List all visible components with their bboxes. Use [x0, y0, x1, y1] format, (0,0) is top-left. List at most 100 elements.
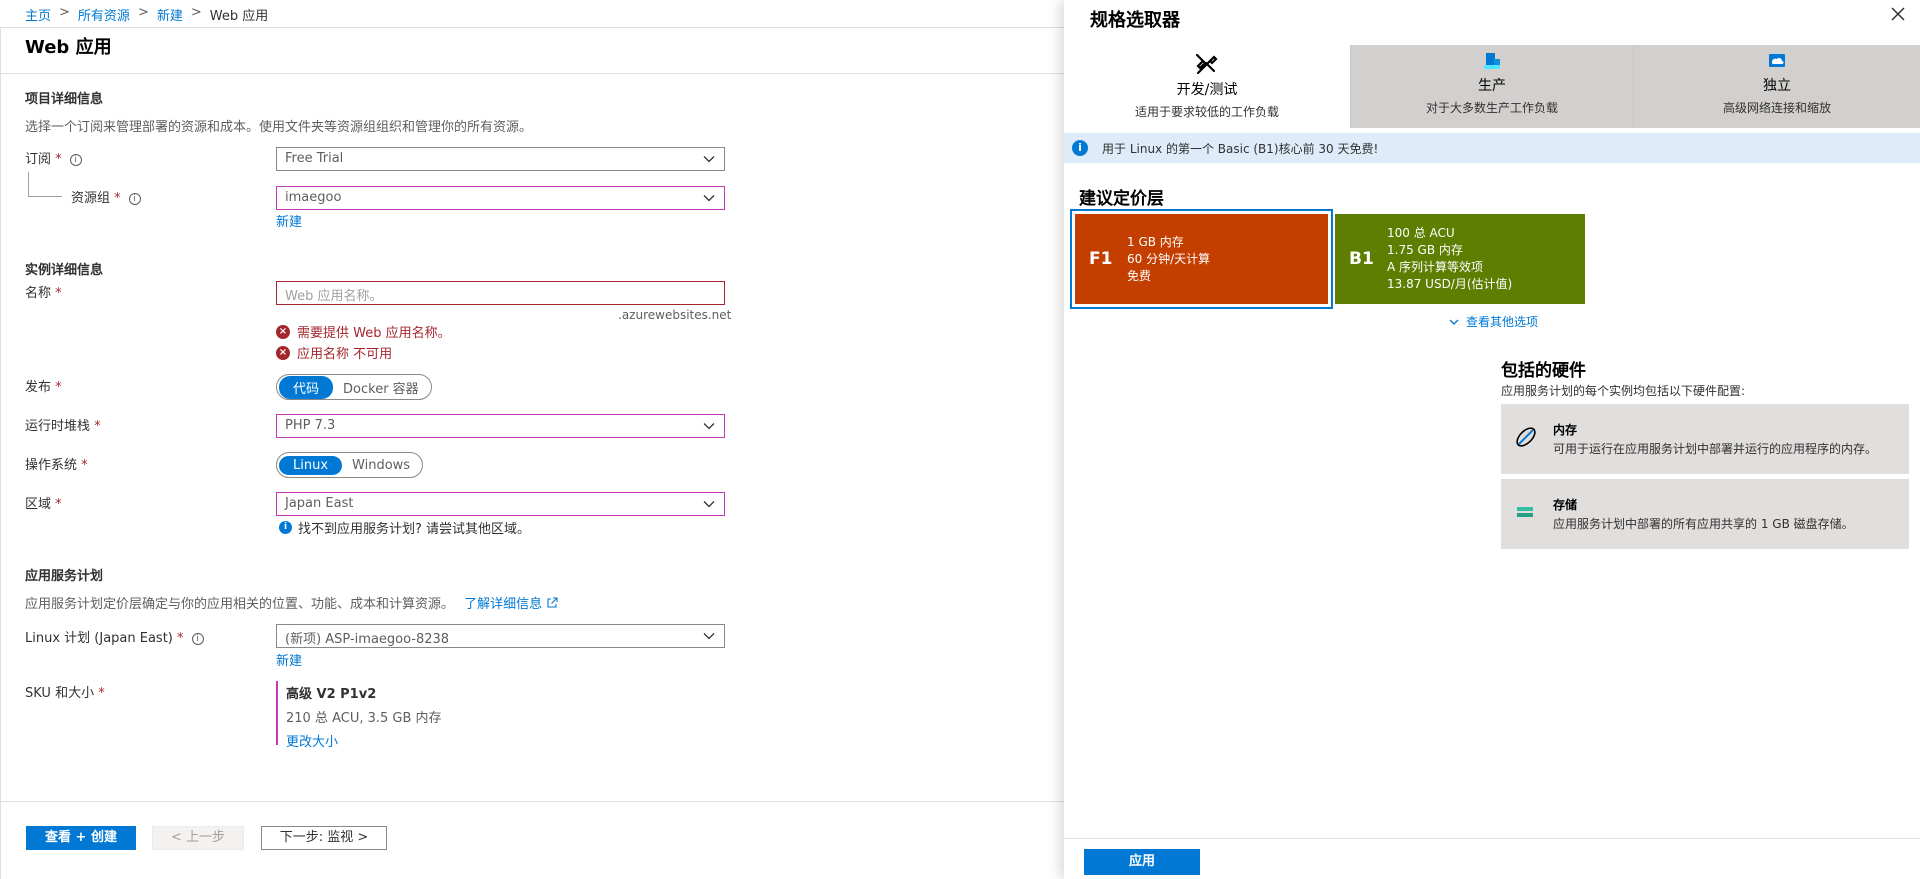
- os-option-windows[interactable]: Windows: [348, 456, 420, 475]
- tab-sub: 适用于要求较低的工作负载: [1134, 105, 1279, 119]
- tab-isolated[interactable]: 独立 高级网络连接和缩放: [1633, 45, 1920, 128]
- name-input[interactable]: Web 应用名称。: [276, 281, 725, 305]
- tab-label: 独立: [1763, 78, 1791, 94]
- instance-details-title: 实例详细信息: [25, 263, 104, 278]
- tools-icon: [1064, 51, 1350, 79]
- breadcrumb-all-resources[interactable]: 所有资源: [78, 5, 130, 24]
- tab-label: 生产: [1478, 78, 1506, 94]
- info-icon[interactable]: i: [191, 633, 204, 645]
- next-monitoring-button[interactable]: 下一步: 监视 >: [261, 826, 387, 850]
- previous-button[interactable]: < 上一步: [152, 826, 244, 850]
- divider: [1064, 838, 1920, 839]
- tier-line: A 序列计算等效项: [1387, 260, 1484, 274]
- info-icon: i: [279, 521, 292, 534]
- tier-line: 100 总 ACU: [1387, 226, 1455, 240]
- chevron-down-icon: [702, 497, 716, 511]
- create-web-app-page: 主页 > 所有资源 > 新建 > Web 应用 Web 应用 项目详细信息 选择一个订…: [0, 0, 1064, 879]
- tab-sub: 对于大多数生产工作负载: [1425, 101, 1558, 115]
- spec-picker-panel: 规格选取器 开发/测试 适用于要求较低的工作负载 生产 对于大多数生产工作负载 …: [1064, 0, 1920, 879]
- region-select[interactable]: Japan East: [276, 492, 725, 516]
- domain-suffix: .azurewebsites.net: [618, 308, 732, 322]
- change-size-link[interactable]: 更改大小: [286, 731, 442, 750]
- sku-desc: 210 总 ACU, 3.5 GB 内存: [286, 711, 442, 726]
- memory-icon: [1513, 424, 1539, 454]
- hardware-desc: 可用于运行在应用服务计划中部署并运行的应用程序的内存。: [1553, 442, 1878, 456]
- tier-tile-b1[interactable]: B1 100 总 ACU 1.75 GB 内存 A 序列计算等效项 13.87 …: [1335, 214, 1585, 304]
- divider: [0, 73, 1064, 74]
- production-icon: [1351, 51, 1633, 75]
- tree-line: [28, 196, 62, 197]
- runtime-stack-select[interactable]: PHP 7.3: [276, 414, 725, 438]
- see-more-options-link[interactable]: 查看其他选项: [1448, 313, 1538, 330]
- learn-more-link[interactable]: 了解详细信息: [464, 597, 558, 612]
- tier-tile-f1[interactable]: F1 1 GB 内存 60 分钟/天计算 免费: [1075, 214, 1328, 304]
- publish-option-code[interactable]: 代码: [279, 375, 334, 399]
- os-option-linux[interactable]: Linux: [279, 455, 343, 475]
- publish-toggle: 代码 Docker 容器: [276, 374, 432, 400]
- project-details-desc: 选择一个订阅来管理部署的资源和成本。使用文件夹等资源组组织和管理你的所有资源。: [25, 120, 533, 135]
- tier-line: 1.75 GB 内存: [1387, 243, 1463, 257]
- tab-sub: 高级网络连接和缩放: [1722, 101, 1831, 115]
- region-hint: i 找不到应用服务计划? 请尝试其他区域。: [279, 518, 530, 537]
- panel-title: 规格选取器: [1090, 10, 1180, 31]
- name-label: 名称 *: [25, 286, 62, 301]
- apply-button[interactable]: 应用: [1084, 849, 1200, 875]
- chevron-down-icon: [702, 152, 716, 166]
- sku-summary: 高级 V2 P1v2 210 总 ACU, 3.5 GB 内存 更改大小: [276, 681, 442, 750]
- chevron-down-icon: [1449, 319, 1459, 325]
- storage-icon: [1513, 499, 1539, 529]
- review-create-button[interactable]: 查看 + 创建: [26, 826, 136, 850]
- os-label: 操作系统 *: [25, 458, 88, 473]
- sku-name: 高级 V2 P1v2: [286, 687, 377, 702]
- subscription-select[interactable]: Free Trial: [276, 147, 725, 171]
- os-toggle: Linux Windows: [276, 452, 424, 478]
- tier-line: 13.87 USD/月(估计值): [1387, 277, 1513, 291]
- chevron-down-icon: [702, 191, 716, 205]
- subscription-label: 订阅 * i: [25, 148, 82, 167]
- hardware-memory-card: 内存 可用于运行在应用服务计划中部署并运行的应用程序的内存。: [1501, 404, 1909, 474]
- linux-plan-select[interactable]: (新项) ASP-imaegoo-8238: [276, 624, 725, 648]
- info-icon: i: [1072, 140, 1088, 156]
- tab-label: 开发/测试: [1176, 82, 1238, 98]
- publish-label: 发布 *: [25, 380, 62, 395]
- tier-line: 免费: [1127, 268, 1152, 283]
- error-icon: ×: [276, 324, 290, 339]
- close-icon[interactable]: [1888, 4, 1908, 24]
- divider: [0, 801, 1064, 802]
- chevron-down-icon: [702, 629, 716, 643]
- linux-plan-label: Linux 计划 (Japan East) * i: [25, 627, 204, 646]
- tab-production[interactable]: 生产 对于大多数生产工作负载: [1350, 45, 1633, 128]
- hardware-title: 内存: [1553, 423, 1578, 437]
- chevron-down-icon: [702, 419, 716, 433]
- page-title: Web 应用: [25, 37, 112, 58]
- info-icon[interactable]: i: [128, 193, 141, 205]
- name-error-unavailable: × 应用名称 不可用: [276, 343, 392, 362]
- name-error-required: × 需要提供 Web 应用名称。: [276, 322, 451, 341]
- runtime-stack-label: 运行时堆栈 *: [25, 419, 101, 434]
- resource-group-select[interactable]: imaegoo: [276, 186, 725, 210]
- breadcrumb-current: Web 应用: [209, 9, 269, 24]
- recommended-tiers-title: 建议定价层: [1079, 189, 1164, 209]
- tier-line: 60 分钟/天计算: [1127, 251, 1211, 266]
- region-label: 区域 *: [25, 497, 62, 512]
- tree-line: [28, 172, 29, 196]
- tier-code: F1: [1089, 249, 1113, 269]
- new-plan-link[interactable]: 新建: [276, 650, 302, 669]
- resource-group-label: 资源组 * i: [71, 187, 141, 206]
- divider: [0, 27, 1, 879]
- tab-dev-test[interactable]: 开发/测试 适用于要求较低的工作负载: [1064, 45, 1350, 128]
- divider: [0, 27, 1064, 28]
- new-resource-group-link[interactable]: 新建: [276, 211, 302, 230]
- info-text: 用于 Linux 的第一个 Basic (B1)核心前 30 天免费!: [1102, 141, 1379, 156]
- error-icon: ×: [276, 345, 290, 360]
- external-link-icon: [547, 597, 558, 608]
- included-hardware-title: 包括的硬件: [1501, 361, 1586, 381]
- publish-option-docker[interactable]: Docker 容器: [339, 376, 429, 399]
- hardware-desc: 应用服务计划中部署的所有应用共享的 1 GB 磁盘存储。: [1553, 517, 1854, 531]
- app-service-plan-desc: 应用服务计划定价层确定与你的应用相关的位置、功能、成本和计算资源。 了解详细信息: [25, 593, 558, 612]
- hardware-storage-card: 存储 应用服务计划中部署的所有应用共享的 1 GB 磁盘存储。: [1501, 479, 1909, 549]
- breadcrumb-new[interactable]: 新建: [157, 5, 183, 24]
- info-icon[interactable]: i: [69, 154, 82, 166]
- breadcrumb: 主页 > 所有资源 > 新建 > Web 应用: [25, 5, 269, 24]
- breadcrumb-home[interactable]: 主页: [25, 5, 51, 24]
